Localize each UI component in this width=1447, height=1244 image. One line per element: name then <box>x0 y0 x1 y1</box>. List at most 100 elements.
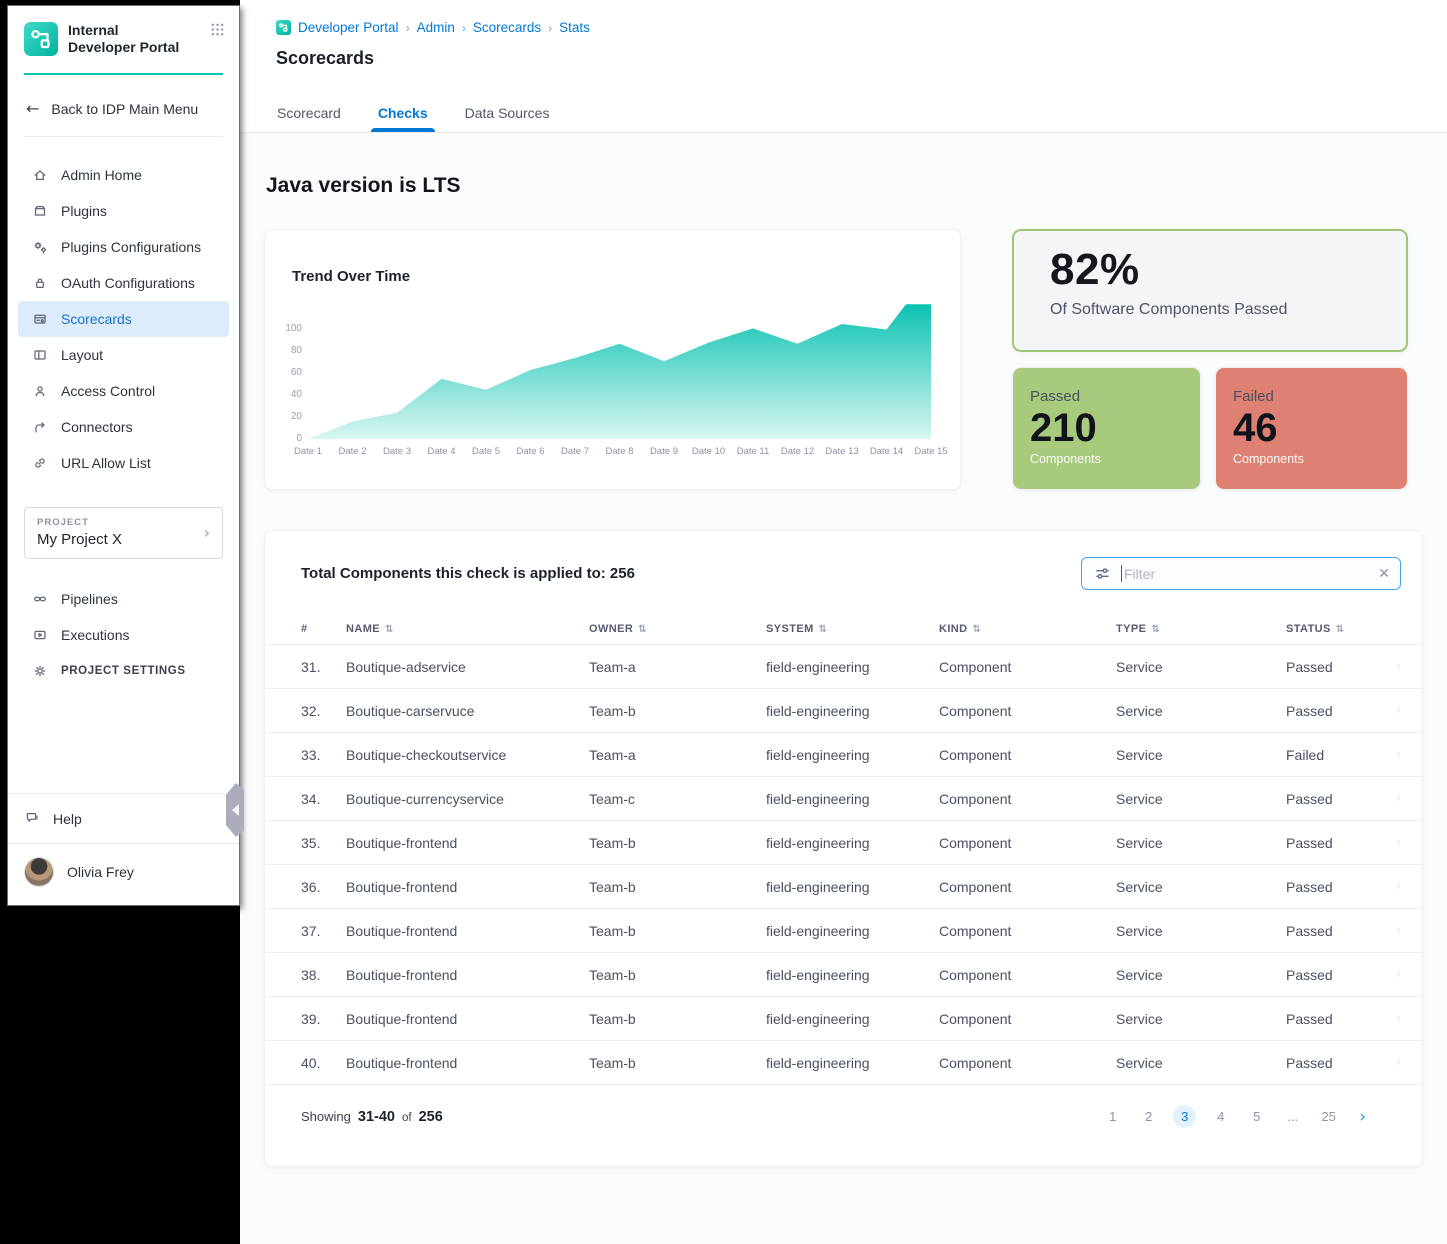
cell-status: Passed <box>1286 879 1387 895</box>
help-label: Help <box>53 811 82 827</box>
x-axis-tick: Date 8 <box>606 446 634 457</box>
tab-data-sources[interactable]: Data Sources <box>465 105 550 132</box>
column-label: STATUS <box>1286 623 1331 635</box>
plugins-icon <box>32 203 48 219</box>
breadcrumb-admin[interactable]: Admin <box>417 20 455 35</box>
sidebar-item-label: PROJECT SETTINGS <box>61 665 186 677</box>
page-25[interactable]: 25 <box>1317 1105 1340 1128</box>
sidebar-item-admin-home[interactable]: Admin Home <box>18 157 229 193</box>
failed-value: 46 <box>1233 407 1407 449</box>
sidebar-item-oauth-configurations[interactable]: OAuth Configurations <box>18 265 229 301</box>
failed-card: Failed 46 Components <box>1215 367 1408 490</box>
column-header-kind[interactable]: KIND⇅ <box>939 623 1116 635</box>
check-heading: Java version is LTS <box>266 174 461 198</box>
sort-icon[interactable]: ⇅ <box>973 624 982 635</box>
table-row[interactable]: 34.Boutique-currencyserviceTeam-cfield-e… <box>265 776 1422 820</box>
sidebar-item-layout[interactable]: Layout <box>18 337 229 373</box>
breadcrumb-developer-portal[interactable]: Developer Portal <box>298 20 399 35</box>
cell-name: Boutique-carservuce <box>346 703 589 719</box>
apps-grid-icon[interactable] <box>210 22 225 42</box>
page-3[interactable]: 3 <box>1173 1105 1196 1128</box>
project-selector[interactable]: PROJECT My Project X › <box>24 507 223 559</box>
help-button[interactable]: Help <box>8 793 239 843</box>
sidebar-nav: Admin HomePluginsPlugins ConfigurationsO… <box>8 137 239 481</box>
access-control-icon <box>32 383 48 399</box>
sort-icon[interactable]: ⇅ <box>1151 624 1160 635</box>
sidebar-header: Internal Developer Portal <box>8 6 239 73</box>
cell-system: field-engineering <box>766 1011 939 1027</box>
table-row[interactable]: 37.Boutique-frontendTeam-bfield-engineer… <box>265 908 1422 952</box>
table-row[interactable]: 35.Boutique-frontendTeam-bfield-engineer… <box>265 820 1422 864</box>
page-2[interactable]: 2 <box>1137 1105 1160 1128</box>
cell-owner: Team-b <box>589 967 766 983</box>
cell-owner: Team-b <box>589 1055 766 1071</box>
cell-system: field-engineering <box>766 835 939 851</box>
sidebar-item-connectors[interactable]: Connectors <box>18 409 229 445</box>
sidebar-item-plugins-configurations[interactable]: Plugins Configurations <box>18 229 229 265</box>
scorecards-icon <box>32 311 48 327</box>
cell-num: 35. <box>301 835 346 851</box>
percent-value: 82% <box>1050 245 1406 295</box>
table-row[interactable]: 33.Boutique-checkoutserviceTeam-afield-e… <box>265 732 1422 776</box>
page-5[interactable]: 5 <box>1245 1105 1268 1128</box>
breadcrumb-stats[interactable]: Stats <box>559 20 590 35</box>
column-header-type[interactable]: TYPE⇅ <box>1116 623 1286 635</box>
filter-input[interactable] <box>1121 565 1378 582</box>
passed-caption: Components <box>1030 452 1200 466</box>
x-axis-tick: Date 2 <box>339 446 367 457</box>
back-to-idp-menu[interactable]: ← Back to IDP Main Menu <box>8 75 239 136</box>
table-row[interactable]: 39.Boutique-frontendTeam-bfield-engineer… <box>265 996 1422 1040</box>
clear-filter-icon[interactable]: ✕ <box>1378 566 1390 582</box>
sidebar-item-label: Scorecards <box>61 311 132 327</box>
back-arrow-icon: ← <box>26 99 39 118</box>
sidebar-item-plugins[interactable]: Plugins <box>18 193 229 229</box>
sidebar-item-url-allow-list[interactable]: URL Allow List <box>18 445 229 481</box>
sidebar-item-project-settings[interactable]: PROJECT SETTINGS <box>18 653 229 689</box>
chart-plot-area: 100806040200 <box>308 301 931 439</box>
filter-sliders-icon[interactable] <box>1094 565 1111 582</box>
sort-icon[interactable]: ⇅ <box>819 624 828 635</box>
column-header-owner[interactable]: OWNER⇅ <box>589 623 766 635</box>
cell-owner: Team-b <box>589 879 766 895</box>
sort-icon[interactable]: ⇅ <box>638 624 647 635</box>
table-row[interactable]: 32.Boutique-carservuceTeam-bfield-engine… <box>265 688 1422 732</box>
table-row[interactable]: 38.Boutique-frontendTeam-bfield-engineer… <box>265 952 1422 996</box>
sidebar: Internal Developer Portal ← Back to IDP … <box>7 5 240 906</box>
table-row[interactable]: 31.Boutique-adserviceTeam-afield-enginee… <box>265 644 1422 688</box>
table-row[interactable]: 40.Boutique-frontendTeam-bfield-engineer… <box>265 1040 1422 1084</box>
next-page-icon[interactable]: › <box>1359 1107 1366 1127</box>
project-name: My Project X <box>37 531 204 548</box>
sort-icon[interactable]: ⇅ <box>1336 624 1345 635</box>
sidebar-item-pipelines[interactable]: Pipelines <box>18 581 229 617</box>
cell-num: 34. <box>301 791 346 807</box>
sidebar-item-scorecards[interactable]: Scorecards <box>18 301 229 337</box>
user-menu[interactable]: Olivia Frey <box>8 843 239 905</box>
x-axis-tick: Date 15 <box>914 446 947 457</box>
table-row[interactable]: 36.Boutique-frontendTeam-bfield-engineer… <box>265 864 1422 908</box>
cell-kind: Component <box>939 835 1116 851</box>
breadcrumb-scorecards[interactable]: Scorecards <box>473 20 541 35</box>
column-header-system[interactable]: SYSTEM⇅ <box>766 623 939 635</box>
breadcrumb: Developer Portal›Admin›Scorecards›Stats <box>276 20 1447 35</box>
cell-kind: Component <box>939 1011 1116 1027</box>
column-header-name[interactable]: NAME⇅ <box>346 623 589 635</box>
tab-checks[interactable]: Checks <box>378 105 428 132</box>
pipelines-icon <box>32 591 48 607</box>
cell-kind: Component <box>939 747 1116 763</box>
sidebar-item-executions[interactable]: Executions <box>18 617 229 653</box>
page-4[interactable]: 4 <box>1209 1105 1232 1128</box>
passed-label: Passed <box>1030 388 1200 405</box>
page-1[interactable]: 1 <box>1101 1105 1124 1128</box>
x-axis-tick: Date 7 <box>561 446 589 457</box>
idp-mini-logo-icon <box>276 20 291 35</box>
cell-name: Boutique-frontend <box>346 879 589 895</box>
pagination: 12345...25› <box>1101 1105 1366 1128</box>
cell-type: Service <box>1116 835 1286 851</box>
tab-scorecard[interactable]: Scorecard <box>277 105 341 132</box>
table-header-row: #NAME⇅OWNER⇅SYSTEM⇅KIND⇅TYPE⇅STATUS⇅ <box>265 614 1422 644</box>
sidebar-item-access-control[interactable]: Access Control <box>18 373 229 409</box>
sort-icon[interactable]: ⇅ <box>385 624 394 635</box>
column-header-status[interactable]: STATUS ⇅ <box>1286 623 1387 635</box>
failed-label: Failed <box>1233 388 1407 405</box>
cell-system: field-engineering <box>766 1055 939 1071</box>
